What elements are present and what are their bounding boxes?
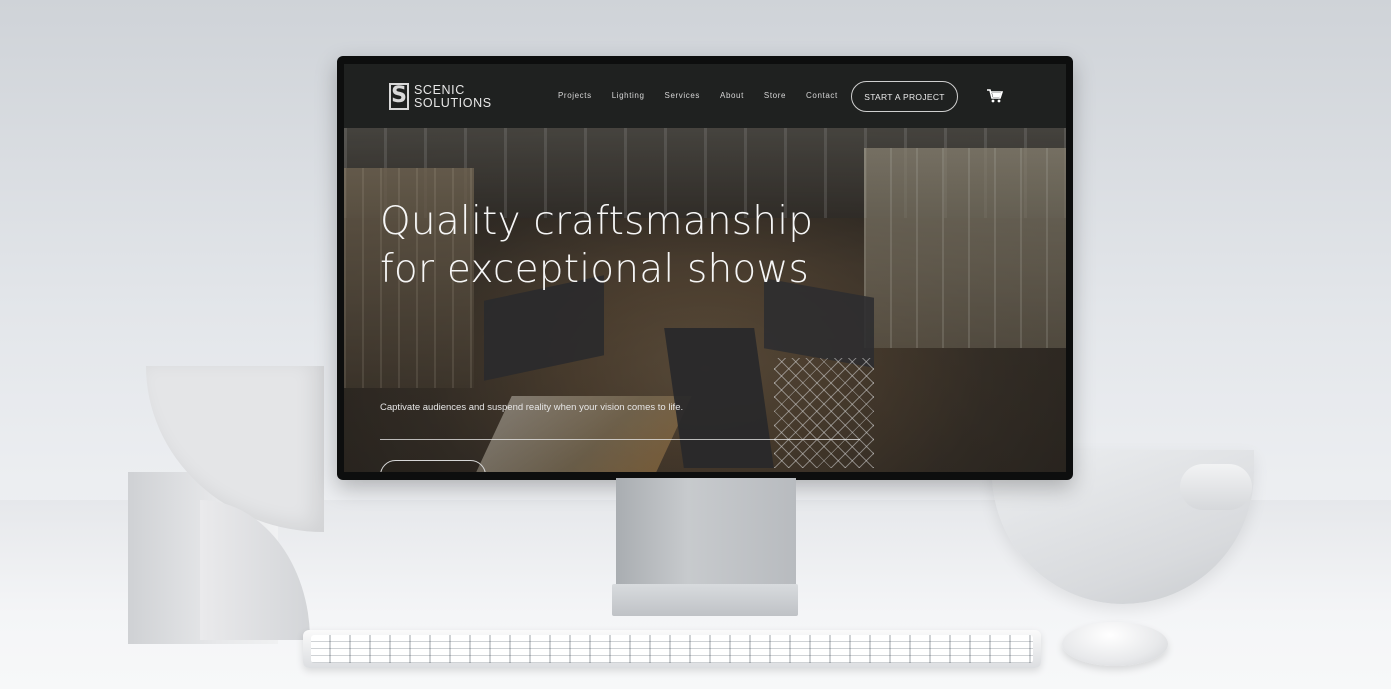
keyboard [303, 630, 1041, 668]
nav-contact[interactable]: Contact [806, 91, 838, 100]
monitor-base [612, 584, 798, 616]
hero-image-truss [774, 358, 874, 468]
nav-services[interactable]: Services [665, 91, 700, 100]
nav-projects[interactable]: Projects [558, 91, 592, 100]
hero-title-line-1: Quality craftsmanship [380, 199, 814, 244]
start-project-header-button[interactable]: START A PROJECT [851, 81, 958, 112]
site-logo[interactable]: S SCENIC SOLUTIONS [389, 83, 492, 110]
logo-line-1: SCENIC [414, 82, 465, 97]
logo-wordmark: SCENIC SOLUTIONS [414, 82, 492, 110]
start-project-hero-button[interactable]: START A PROJECT [380, 460, 486, 472]
shopping-cart-icon[interactable] [987, 89, 1003, 103]
nav-store[interactable]: Store [764, 91, 786, 100]
hero-divider [380, 439, 860, 440]
nav-lighting[interactable]: Lighting [612, 91, 645, 100]
nav-about[interactable]: About [720, 91, 744, 100]
hero-image-wall-right [864, 148, 1066, 348]
logo-line-2: SOLUTIONS [414, 95, 492, 110]
decor-cylinder-right [1180, 464, 1252, 510]
keyboard-keys [311, 635, 1033, 663]
hero-section: Quality craftsmanship for exceptional sh… [344, 128, 1066, 472]
logo-mark-icon: S [389, 83, 409, 110]
monitor-screen: S SCENIC SOLUTIONS Projects Lighting Ser… [344, 64, 1066, 472]
hero-title-line-2: for exceptional shows [380, 247, 810, 292]
hero-title: Quality craftsmanship for exceptional sh… [380, 198, 813, 294]
monitor-stand [616, 478, 796, 584]
main-nav: Projects Lighting Services About Store C… [558, 91, 838, 100]
hero-subtitle: Captivate audiences and suspend reality … [380, 402, 684, 413]
site-header: S SCENIC SOLUTIONS Projects Lighting Ser… [344, 64, 1066, 128]
mouse [1062, 622, 1168, 666]
hero-image-set-panel [664, 328, 774, 468]
